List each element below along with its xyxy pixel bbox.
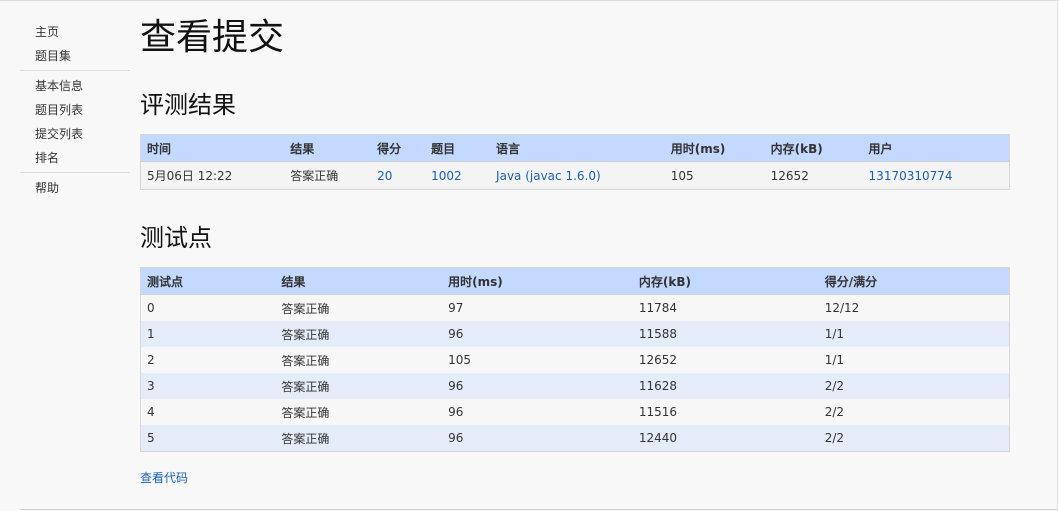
test-memory: 11628 [632,373,819,399]
test-time: 96 [442,399,633,425]
header-time-ms: 用时(ms) [664,134,765,162]
problem-link[interactable]: 1002 [431,169,462,183]
sidebar-item-problem-sets[interactable]: 题目集 [20,44,130,68]
test-id: 5 [140,425,276,452]
header-user: 用户 [862,134,1010,162]
user-link[interactable]: 13170310774 [869,169,953,183]
page-title: 查看提交 [140,17,285,58]
nav-group-main: 主页 题目集 [20,20,130,71]
sidebar-item-problem-list[interactable]: 题目列表 [20,98,130,122]
test-result: 答案正确 [275,425,443,452]
test-id: 3 [140,373,276,399]
tests-table: 测试点 结果 用时(ms) 内存(kB) 得分/满分 0 答案正确 97 117… [140,267,1010,452]
test-score: 2/2 [818,373,1010,399]
tests-section-title: 测试点 [140,224,212,252]
result-row: 5月06日 12:22 答案正确 20 1002 Java (javac 1.6… [140,161,1010,190]
test-result: 答案正确 [275,399,443,425]
test-score: 2/2 [818,399,1010,425]
test-id: 1 [140,321,276,347]
header-language: 语言 [490,134,665,162]
sidebar-item-help[interactable]: 帮助 [20,176,130,200]
test-time: 105 [442,347,633,373]
top-border [0,0,1059,1]
header-score: 得分 [371,134,426,162]
test-score: 12/12 [818,294,1010,321]
table-row: 3 答案正确 96 11628 2/2 [140,373,1010,399]
table-row: 5 答案正确 96 12440 2/2 [140,425,1010,452]
view-code-link[interactable]: 查看代码 [140,469,188,486]
test-time: 96 [442,373,633,399]
result-section-title: 评测结果 [140,91,236,119]
test-memory: 11784 [632,294,819,321]
score-link[interactable]: 20 [377,169,392,183]
test-score: 2/2 [818,425,1010,452]
test-result: 答案正确 [275,347,443,373]
test-score: 1/1 [818,321,1010,347]
test-memory: 12652 [632,347,819,373]
result-table: 时间 结果 得分 题目 语言 用时(ms) 内存(kB) 用户 5月06日 12… [140,134,1010,190]
test-result: 答案正确 [275,294,443,321]
sidebar-item-submission-list[interactable]: 提交列表 [20,122,130,146]
language-link[interactable]: Java (javac 1.6.0) [496,169,601,183]
test-id: 0 [140,294,276,321]
header-test-memory: 内存(kB) [632,267,819,295]
test-memory: 11588 [632,321,819,347]
header-test-score: 得分/满分 [818,267,1010,295]
table-row: 0 答案正确 97 11784 12/12 [140,294,1010,321]
sidebar-item-ranking[interactable]: 排名 [20,146,130,170]
table-row: 1 答案正确 96 11588 1/1 [140,321,1010,347]
sidebar-item-home[interactable]: 主页 [20,20,130,44]
header-time: 时间 [140,134,285,162]
memory-value: 12652 [764,161,863,190]
test-memory: 11516 [632,399,819,425]
test-time: 96 [442,425,633,452]
submit-time: 5月06日 12:22 [140,161,285,190]
test-result: 答案正确 [275,373,443,399]
sidebar-item-basic-info[interactable]: 基本信息 [20,74,130,98]
header-test-result: 结果 [275,267,443,295]
right-border [1057,0,1058,511]
test-id: 4 [140,399,276,425]
test-id: 2 [140,347,276,373]
tests-header-row: 测试点 结果 用时(ms) 内存(kB) 得分/满分 [140,267,1010,295]
table-row: 4 答案正确 96 11516 2/2 [140,399,1010,425]
header-problem: 题目 [425,134,491,162]
test-time: 96 [442,321,633,347]
header-memory: 内存(kB) [764,134,863,162]
bottom-border [20,509,1057,510]
test-memory: 12440 [632,425,819,452]
result-header-row: 时间 结果 得分 题目 语言 用时(ms) 内存(kB) 用户 [140,134,1010,162]
result-status: 答案正确 [284,161,372,190]
time-ms-value: 105 [664,161,765,190]
header-test-time: 用时(ms) [442,267,633,295]
test-time: 97 [442,294,633,321]
test-result: 答案正确 [275,321,443,347]
sidebar-nav: 主页 题目集 基本信息 题目列表 提交列表 排名 帮助 [20,20,130,205]
nav-group-set: 基本信息 题目列表 提交列表 排名 [20,74,130,173]
nav-group-help: 帮助 [20,176,130,202]
table-row: 2 答案正确 105 12652 1/1 [140,347,1010,373]
header-test-id: 测试点 [140,267,276,295]
test-score: 1/1 [818,347,1010,373]
header-result: 结果 [284,134,372,162]
